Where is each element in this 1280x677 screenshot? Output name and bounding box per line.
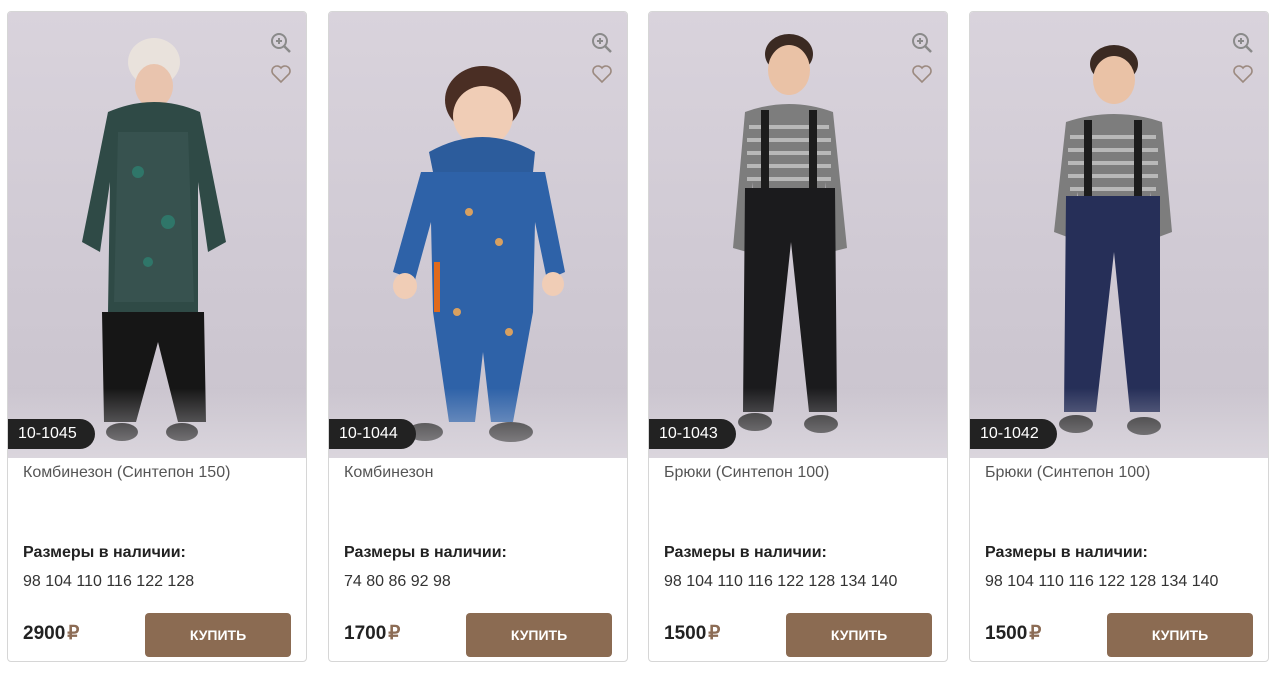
price: 1500 ₽ (985, 622, 1041, 645)
sizes-label: Размеры в наличии: (344, 544, 507, 561)
product-card[interactable]: 10-1042 Брюки (Синтепон 100) Размеры в н… (969, 11, 1269, 662)
zoom-in-icon[interactable] (1232, 32, 1254, 54)
price-value: 1700 (344, 623, 387, 644)
price: 1700 ₽ (344, 622, 400, 645)
sizes-list: 98 104 110 116 122 128 134 140 (985, 573, 1219, 590)
product-photo[interactable] (329, 12, 627, 458)
heart-icon[interactable] (270, 63, 292, 85)
product-grid: 10-1045 Комбинезон (Синтепон 150) Размер… (0, 0, 1280, 677)
product-title[interactable]: Комбинезон (344, 464, 433, 482)
buy-button[interactable]: КУПИТЬ (786, 613, 932, 657)
buy-button[interactable]: КУПИТЬ (145, 613, 291, 657)
product-card[interactable]: 10-1045 Комбинезон (Синтепон 150) Размер… (7, 11, 307, 662)
buy-button[interactable]: КУПИТЬ (1107, 613, 1253, 657)
product-card[interactable]: 10-1043 Брюки (Синтепон 100) Размеры в н… (648, 11, 948, 662)
price: 2900 ₽ (23, 622, 79, 645)
sizes-list: 98 104 110 116 122 128 (23, 573, 195, 590)
sku-badge: 10-1045 (8, 419, 95, 449)
product-photo[interactable] (649, 12, 947, 458)
currency-icon: ₽ (1029, 623, 1042, 644)
zoom-in-icon[interactable] (911, 32, 933, 54)
sizes-label: Размеры в наличии: (664, 544, 827, 561)
product-photo[interactable] (8, 12, 306, 458)
currency-icon: ₽ (388, 623, 401, 644)
price-value: 1500 (985, 623, 1028, 644)
currency-icon: ₽ (67, 623, 80, 644)
sizes-list: 98 104 110 116 122 128 134 140 (664, 573, 898, 590)
heart-icon[interactable] (911, 63, 933, 85)
sizes-label: Размеры в наличии: (985, 544, 1148, 561)
price-value: 1500 (664, 623, 707, 644)
currency-icon: ₽ (708, 623, 721, 644)
sku-badge: 10-1043 (649, 419, 736, 449)
buy-button[interactable]: КУПИТЬ (466, 613, 612, 657)
sku-badge: 10-1042 (970, 419, 1057, 449)
heart-icon[interactable] (1232, 63, 1254, 85)
heart-icon[interactable] (591, 63, 613, 85)
price-value: 2900 (23, 623, 66, 644)
sizes-list: 74 80 86 92 98 (344, 573, 451, 590)
product-title[interactable]: Комбинезон (Синтепон 150) (23, 464, 230, 482)
product-photo[interactable] (970, 12, 1268, 458)
price: 1500 ₽ (664, 622, 720, 645)
zoom-in-icon[interactable] (591, 32, 613, 54)
sizes-label: Размеры в наличии: (23, 544, 186, 561)
sku-badge: 10-1044 (329, 419, 416, 449)
product-title[interactable]: Брюки (Синтепон 100) (664, 464, 829, 482)
zoom-in-icon[interactable] (270, 32, 292, 54)
product-card[interactable]: 10-1044 Комбинезон Размеры в наличии: 74… (328, 11, 628, 662)
product-title[interactable]: Брюки (Синтепон 100) (985, 464, 1150, 482)
